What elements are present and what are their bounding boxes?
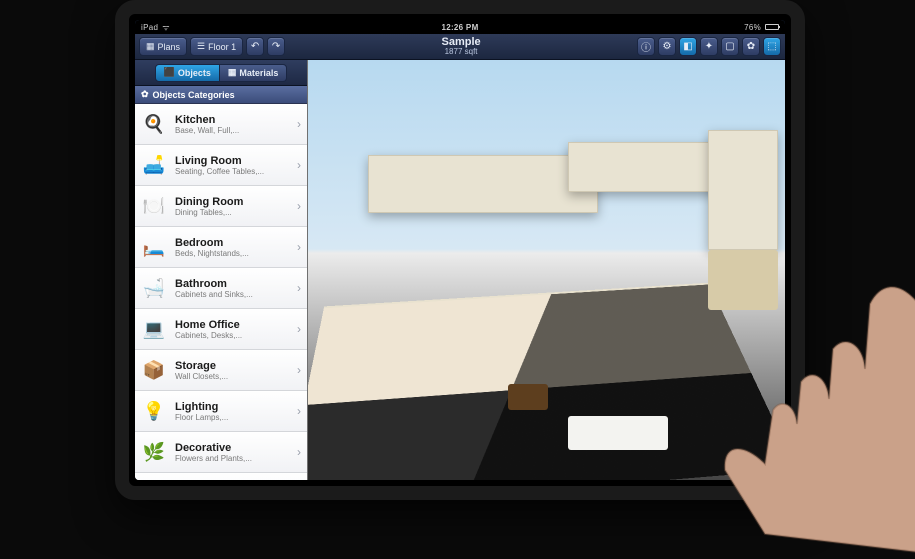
category-icon: 💡 — [139, 396, 169, 426]
tablet-frame: iPad ᯤ 12:26 PM 76% ▦ Plans ☰ Floor 1 ↶ … — [115, 0, 805, 500]
floor-plane — [308, 283, 785, 480]
environment-button[interactable]: ✿ — [742, 37, 760, 56]
plans-icon: ▦ — [146, 41, 155, 52]
plans-button[interactable]: ▦ Plans — [139, 37, 187, 56]
category-item-bathroom[interactable]: 🛁 BathroomCabinets and Sinks,...› — [135, 268, 307, 309]
chevron-right-icon: › — [297, 158, 303, 172]
category-name: Home Office — [175, 319, 297, 331]
app-toolbar: ▦ Plans ☰ Floor 1 ↶ ↷ Sample 1877 sqft ⓘ… — [135, 34, 785, 60]
3d-view-button[interactable]: ⬚ — [763, 37, 781, 56]
category-header-label: Objects Categories — [153, 90, 235, 100]
walkthrough-button[interactable]: ✦ — [700, 37, 718, 56]
category-sub: Floor Lamps,... — [175, 413, 297, 422]
coffee-table — [508, 384, 548, 410]
chevron-right-icon: › — [297, 199, 303, 213]
category-item-storage[interactable]: 📦 StorageWall Closets,...› — [135, 350, 307, 391]
category-icon: 🛏️ — [139, 232, 169, 262]
category-sub: Flowers and Plants,... — [175, 454, 297, 463]
clock-label: 12:26 PM — [354, 23, 567, 32]
chevron-right-icon: › — [297, 281, 303, 295]
category-icon: 🌿 — [139, 437, 169, 467]
category-item-dining-room[interactable]: 🍽️ Dining RoomDining Tables,...› — [135, 186, 307, 227]
category-list[interactable]: 🍳KitchenBase, Wall, Full,...›🛋️Living Ro… — [135, 104, 307, 480]
wall — [368, 155, 598, 213]
title-area: Sample 1877 sqft — [288, 37, 634, 56]
sofa — [568, 416, 668, 450]
chevron-right-icon: › — [297, 404, 303, 418]
category-name: Dining Room — [175, 196, 297, 208]
category-item-decorative[interactable]: 🌿 DecorativeFlowers and Plants,...› — [135, 432, 307, 473]
category-item-home-office[interactable]: 💻 Home OfficeCabinets, Desks,...› — [135, 309, 307, 350]
category-item-general[interactable]: 🧱GeneralStairs, Fireplaces,...› — [135, 473, 307, 480]
wifi-icon: ᯤ — [162, 22, 170, 33]
redo-button[interactable]: ↷ — [267, 37, 285, 56]
category-sub: Beds, Nightstands,... — [175, 249, 297, 258]
app-screen: iPad ᯤ 12:26 PM 76% ▦ Plans ☰ Floor 1 ↶ … — [135, 20, 785, 480]
settings-button[interactable]: ⚙ — [658, 37, 676, 56]
category-item-kitchen[interactable]: 🍳 KitchenBase, Wall, Full,...› — [135, 104, 307, 145]
chevron-right-icon: › — [297, 445, 303, 459]
category-sub: Cabinets and Sinks,... — [175, 290, 297, 299]
category-name: Kitchen — [175, 114, 297, 126]
tab-objects-label: Objects — [178, 68, 211, 78]
camera-button[interactable]: ◧ — [679, 37, 697, 56]
sidebar: ⬛ Objects ▦ Materials ✿ Objects Categori… — [135, 60, 308, 480]
battery-pct: 76% — [744, 23, 761, 32]
tab-objects[interactable]: ⬛ Objects — [155, 64, 220, 82]
3d-viewport[interactable] — [308, 60, 785, 480]
category-header: ✿ Objects Categories — [135, 86, 307, 104]
materials-icon: ▦ — [228, 67, 237, 78]
category-name: Living Room — [175, 155, 297, 167]
kitchen-counter — [708, 250, 778, 310]
floor-label: Floor 1 — [208, 42, 236, 52]
category-name: Decorative — [175, 442, 297, 454]
category-name: Lighting — [175, 401, 297, 413]
category-name: Storage — [175, 360, 297, 372]
category-icon: 🧱 — [139, 478, 169, 480]
category-sub: Dining Tables,... — [175, 208, 297, 217]
tab-materials-label: Materials — [239, 68, 278, 78]
lamp-icon: ✿ — [141, 89, 149, 100]
category-item-living-room[interactable]: 🛋️ Living RoomSeating, Coffee Tables,...› — [135, 145, 307, 186]
status-bar: iPad ᯤ 12:26 PM 76% — [135, 20, 785, 34]
wall — [708, 130, 778, 250]
chevron-right-icon: › — [297, 117, 303, 131]
chevron-right-icon: › — [297, 240, 303, 254]
battery-icon — [765, 24, 779, 30]
sidebar-tabs: ⬛ Objects ▦ Materials — [135, 60, 307, 86]
floor-button[interactable]: ☰ Floor 1 — [190, 37, 243, 56]
category-icon: 💻 — [139, 314, 169, 344]
plans-label: Plans — [158, 42, 181, 52]
category-sub: Cabinets, Desks,... — [175, 331, 297, 340]
info-button[interactable]: ⓘ — [637, 37, 655, 56]
category-name: Bathroom — [175, 278, 297, 290]
category-sub: Seating, Coffee Tables,... — [175, 167, 297, 176]
main-area: ⬛ Objects ▦ Materials ✿ Objects Categori… — [135, 60, 785, 480]
category-icon: 📦 — [139, 355, 169, 385]
category-icon: 🛋️ — [139, 150, 169, 180]
category-item-lighting[interactable]: 💡 LightingFloor Lamps,...› — [135, 391, 307, 432]
objects-icon: ⬛ — [164, 67, 175, 78]
2d-view-button[interactable]: ▢ — [721, 37, 739, 56]
tab-materials[interactable]: ▦ Materials — [220, 64, 288, 82]
category-icon: 🛁 — [139, 273, 169, 303]
category-icon: 🍳 — [139, 109, 169, 139]
chevron-right-icon: › — [297, 322, 303, 336]
undo-button[interactable]: ↶ — [246, 37, 264, 56]
chevron-right-icon: › — [297, 363, 303, 377]
category-sub: Wall Closets,... — [175, 372, 297, 381]
category-icon: 🍽️ — [139, 191, 169, 221]
layers-icon: ☰ — [197, 41, 205, 52]
project-area: 1877 sqft — [288, 48, 634, 56]
carrier-label: iPad — [141, 23, 158, 32]
category-sub: Base, Wall, Full,... — [175, 126, 297, 135]
category-item-bedroom[interactable]: 🛏️ BedroomBeds, Nightstands,...› — [135, 227, 307, 268]
category-name: Bedroom — [175, 237, 297, 249]
